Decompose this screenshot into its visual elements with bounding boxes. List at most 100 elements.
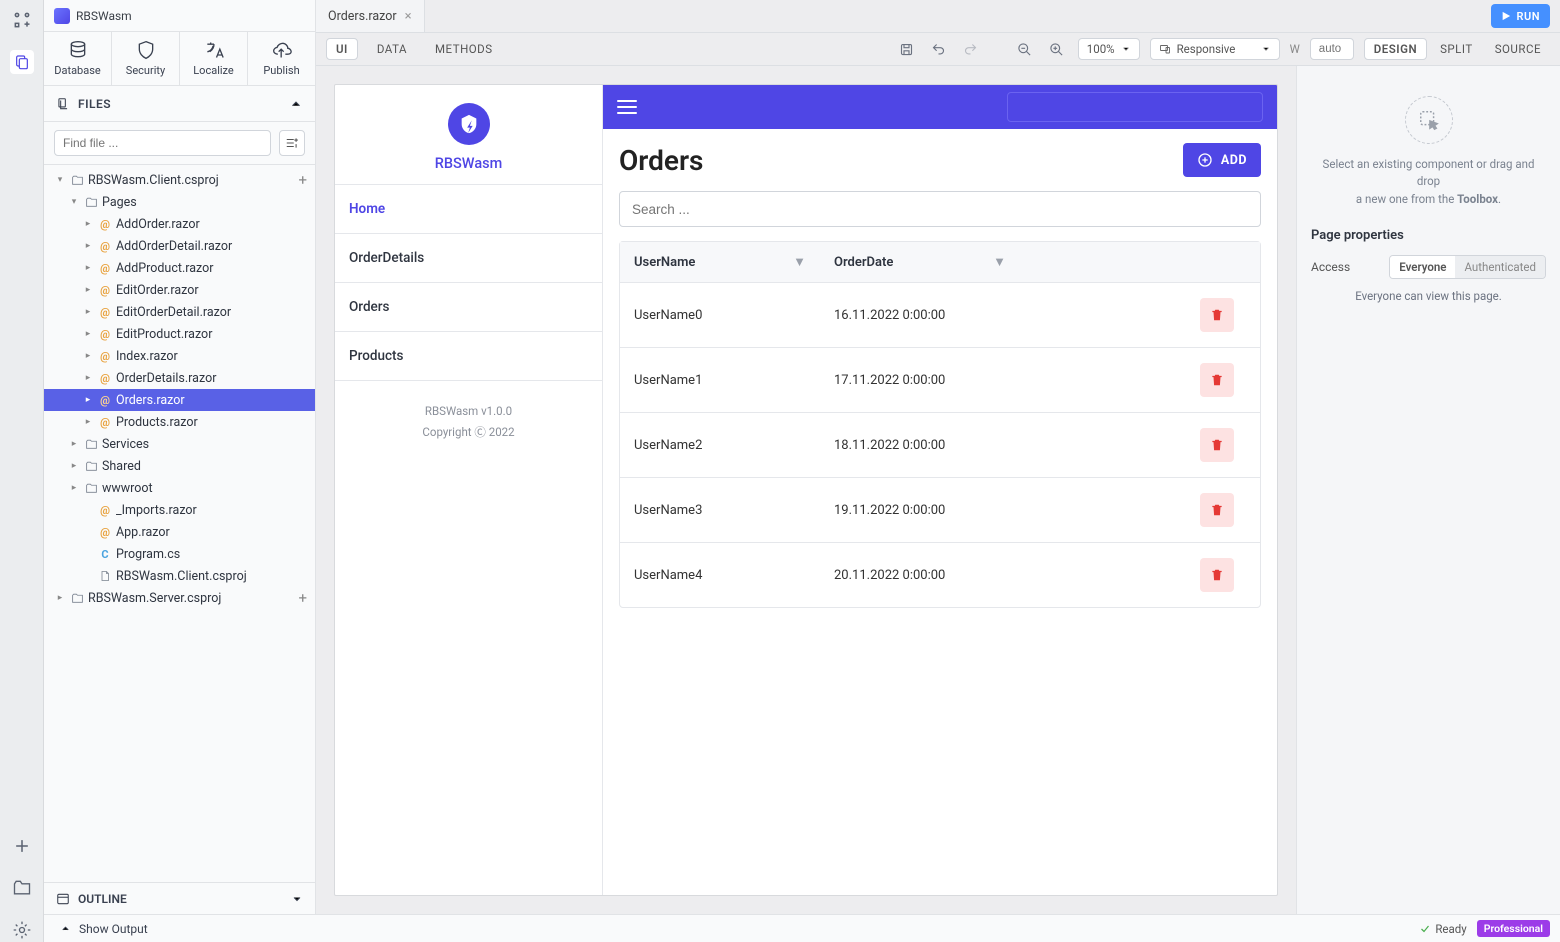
tree-item[interactable]: ▾Pages <box>44 191 315 213</box>
table-row[interactable]: UserName218.11.2022 0:00:00 <box>620 413 1260 478</box>
tree-item[interactable]: ▸@OrderDetails.razor <box>44 367 315 389</box>
tree-item[interactable]: ▸RBSWasm.Server.csproj+ <box>44 587 315 609</box>
side-panel: RBSWasm Database Security Localize Publi… <box>44 0 316 914</box>
add-button[interactable]: ADD <box>1183 143 1261 177</box>
tree-item[interactable]: ▸@EditOrderDetail.razor <box>44 301 315 323</box>
access-everyone[interactable]: Everyone <box>1390 256 1455 278</box>
preview-sidebar: RBSWasm HomeOrderDetailsOrdersProducts R… <box>335 85 603 895</box>
undo-icon[interactable] <box>928 38 950 60</box>
data-tab[interactable]: DATA <box>368 38 416 60</box>
activity-rail <box>0 0 44 942</box>
source-tab[interactable]: SOURCE <box>1486 38 1550 60</box>
tree-item[interactable]: ▸@AddOrder.razor <box>44 213 315 235</box>
find-file-input[interactable] <box>54 130 271 156</box>
security-button[interactable]: Security <box>112 32 180 85</box>
tree-item[interactable]: ▸@AddOrderDetail.razor <box>44 235 315 257</box>
delete-button[interactable] <box>1200 493 1234 527</box>
tree-item[interactable]: ▸@AddProduct.razor <box>44 257 315 279</box>
chevron-down-icon <box>1121 44 1131 54</box>
find-row <box>44 122 315 165</box>
column-header-orderdate[interactable]: OrderDate▼ <box>820 242 1020 282</box>
tree-item[interactable]: ▸@Orders.razor <box>44 389 315 411</box>
file-tree[interactable]: ▾RBSWasm.Client.csproj+▾Pages▸@AddOrder.… <box>44 165 315 882</box>
settings-icon[interactable] <box>10 918 34 942</box>
column-header-username[interactable]: UserName▼ <box>620 242 820 282</box>
save-icon[interactable] <box>896 38 918 60</box>
components-icon[interactable] <box>10 8 34 32</box>
check-icon <box>1419 923 1431 935</box>
methods-tab[interactable]: METHODS <box>426 38 502 60</box>
sub-toolbar: UI DATA METHODS 100% Responsive W DESIGN… <box>316 32 1560 66</box>
tabbar: Orders.razor× RUN <box>316 0 1560 32</box>
status-bar: Show Output Ready Professional <box>44 914 1560 942</box>
preview-logo: RBSWasm <box>335 85 602 185</box>
ui-tab[interactable]: UI <box>326 38 358 60</box>
table-row[interactable]: UserName420.11.2022 0:00:00 <box>620 543 1260 607</box>
nav-item[interactable]: Home <box>335 185 602 234</box>
delete-button[interactable] <box>1200 363 1234 397</box>
delete-button[interactable] <box>1200 558 1234 592</box>
nav-item[interactable]: Products <box>335 332 602 381</box>
tree-item[interactable]: CProgram.cs <box>44 543 315 565</box>
menu-icon[interactable] <box>617 100 637 114</box>
table-row[interactable]: UserName016.11.2022 0:00:00 <box>620 283 1260 348</box>
tree-item[interactable]: ▸@Products.razor <box>44 411 315 433</box>
tree-item[interactable]: RBSWasm.Client.csproj <box>44 565 315 587</box>
tree-item[interactable]: ▸@EditOrder.razor <box>44 279 315 301</box>
open-folder-icon[interactable] <box>10 876 34 900</box>
tree-item[interactable]: ▾RBSWasm.Client.csproj+ <box>44 169 315 191</box>
logo-icon <box>448 103 490 145</box>
tree-item[interactable]: ▸Services <box>44 433 315 455</box>
explorer-icon[interactable] <box>10 50 34 74</box>
tree-item[interactable]: ▸wwwroot <box>44 477 315 499</box>
tree-settings-button[interactable] <box>279 130 305 156</box>
design-canvas[interactable]: RBSWasm HomeOrderDetailsOrdersProducts R… <box>316 66 1296 914</box>
database-button[interactable]: Database <box>44 32 112 85</box>
responsive-select[interactable]: Responsive <box>1150 38 1280 60</box>
tree-item[interactable]: @App.razor <box>44 521 315 543</box>
chevron-up-icon <box>60 923 71 934</box>
tree-item[interactable]: ▸Shared <box>44 455 315 477</box>
show-output-toggle[interactable]: Show Output <box>54 922 154 936</box>
tree-item[interactable]: ▸@Index.razor <box>44 345 315 367</box>
add-icon[interactable] <box>10 834 34 858</box>
delete-button[interactable] <box>1200 298 1234 332</box>
design-tab[interactable]: DESIGN <box>1364 38 1427 60</box>
delete-button[interactable] <box>1200 428 1234 462</box>
outline-header[interactable]: OUTLINE <box>44 882 315 914</box>
nav-item[interactable]: Orders <box>335 283 602 332</box>
files-header[interactable]: FILES <box>44 86 315 122</box>
table-row[interactable]: UserName319.11.2022 0:00:00 <box>620 478 1260 543</box>
search-input[interactable] <box>619 191 1261 227</box>
publish-button[interactable]: Publish <box>248 32 315 85</box>
tree-item[interactable]: @_Imports.razor <box>44 499 315 521</box>
open-tab[interactable]: Orders.razor× <box>316 0 425 32</box>
zoom-select[interactable]: 100% <box>1078 38 1140 60</box>
table-row[interactable]: UserName117.11.2022 0:00:00 <box>620 348 1260 413</box>
properties-panel: Select an existing component or drag and… <box>1296 66 1560 914</box>
preview-header <box>603 85 1277 129</box>
split-tab[interactable]: SPLIT <box>1431 38 1482 60</box>
localize-button[interactable]: Localize <box>180 32 248 85</box>
page-properties-header: Page properties <box>1311 228 1404 243</box>
chevron-down-icon <box>291 893 303 905</box>
status-ready: Ready <box>1435 922 1466 936</box>
project-icon <box>54 8 70 24</box>
zoom-in-icon[interactable] <box>1046 38 1068 60</box>
preview-main: Orders ADD UserName▼ OrderDate▼ Us <box>603 85 1277 895</box>
preview-footer: RBSWasm v1.0.0 Copyright Ⓒ 2022 <box>335 401 602 442</box>
access-authenticated[interactable]: Authenticated <box>1455 256 1545 278</box>
access-label: Access <box>1311 260 1350 274</box>
close-tab-icon[interactable]: × <box>405 9 412 24</box>
nav-item[interactable]: OrderDetails <box>335 234 602 283</box>
zoom-out-icon[interactable] <box>1014 38 1036 60</box>
run-button[interactable]: RUN <box>1491 4 1551 28</box>
tree-item[interactable]: ▸@EditProduct.razor <box>44 323 315 345</box>
page-title: Orders <box>619 144 703 177</box>
access-segmented[interactable]: Everyone Authenticated <box>1389 255 1546 279</box>
width-input[interactable] <box>1310 38 1354 60</box>
header-search[interactable] <box>1007 92 1263 122</box>
redo-icon[interactable] <box>960 38 982 60</box>
filter-icon[interactable]: ▼ <box>793 254 806 270</box>
filter-icon[interactable]: ▼ <box>993 254 1006 270</box>
